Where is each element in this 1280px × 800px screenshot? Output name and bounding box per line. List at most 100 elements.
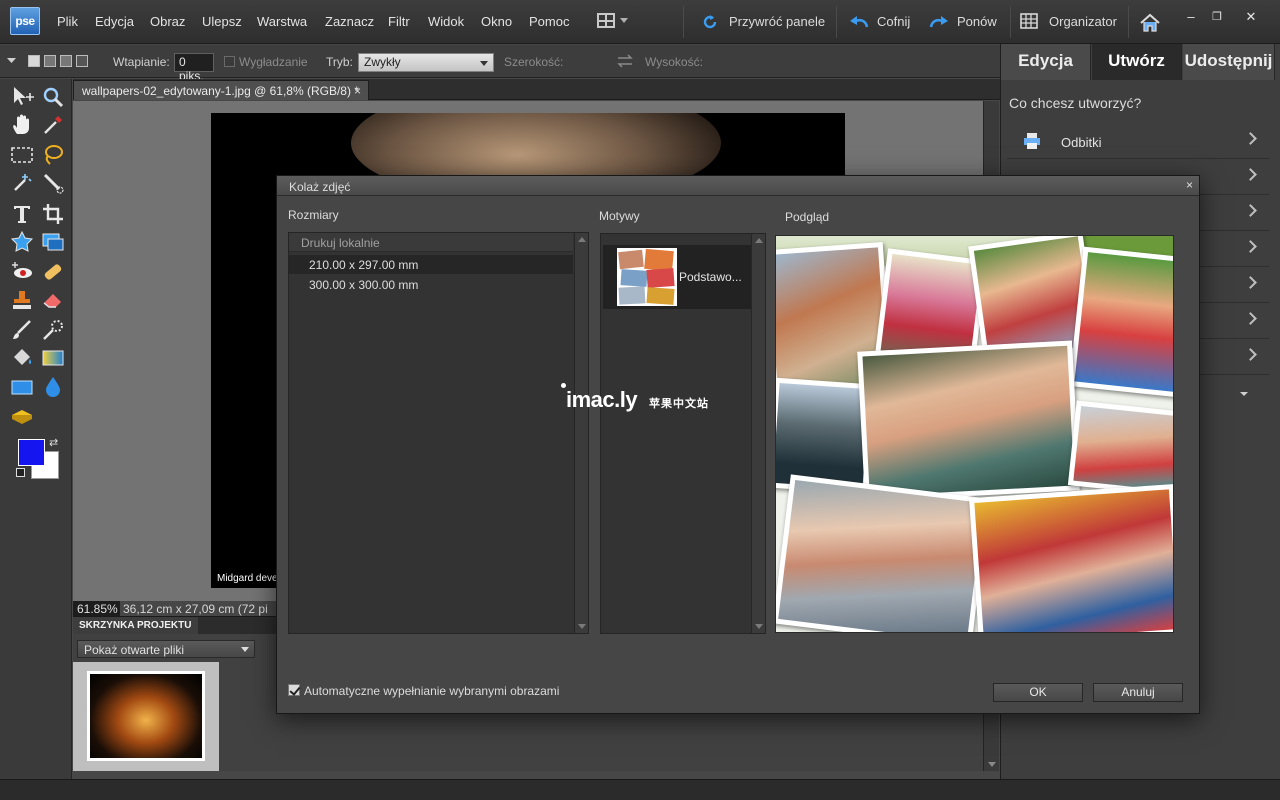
themes-list[interactable]: Podstawo...: [600, 233, 766, 634]
feather-input[interactable]: 0 piks.: [174, 53, 214, 83]
brush-tool-icon[interactable]: [9, 317, 35, 343]
eyedropper-tool-icon[interactable]: [40, 112, 66, 138]
chevron-right-icon: [1244, 240, 1257, 253]
size-option[interactable]: 300.00 x 300.00 mm: [289, 275, 573, 294]
cookie-cutter-tool-icon[interactable]: [9, 229, 35, 255]
menu-view[interactable]: Widok: [428, 14, 464, 29]
window-minimize-button[interactable]: –: [1180, 8, 1202, 28]
auto-fill-checkbox[interactable]: [288, 684, 300, 696]
organizer-button[interactable]: Organizator: [1020, 12, 1122, 32]
panel-question: Co chcesz utworzyć?: [1009, 95, 1142, 111]
window-restore-button[interactable]: ❐: [1206, 8, 1228, 28]
chevron-right-icon: [1244, 312, 1257, 325]
selection-intersect-icon[interactable]: [76, 55, 88, 67]
clone-stamp-tool-icon[interactable]: [9, 287, 35, 313]
crop-tool-icon[interactable]: [40, 201, 66, 227]
menu-enhance[interactable]: Ulepsz: [202, 14, 242, 29]
undo-button[interactable]: Cofnij: [848, 12, 918, 32]
document-tab-bar: wallpapers-02_edytowany-1.jpg @ 61,8% (R…: [73, 79, 1000, 100]
tab-create[interactable]: Utwórz: [1092, 44, 1182, 80]
home-button[interactable]: [1139, 12, 1161, 32]
eraser-tool-icon[interactable]: [40, 287, 66, 313]
shape-tool-icon[interactable]: [9, 374, 35, 400]
red-eye-tool-icon[interactable]: [9, 259, 35, 285]
project-bin-thumbnail[interactable]: [87, 671, 205, 761]
hand-tool-icon[interactable]: [9, 112, 35, 138]
quick-selection-tool-icon[interactable]: [40, 170, 66, 196]
selection-new-icon[interactable]: [28, 55, 40, 67]
menu-filter[interactable]: Filtr: [388, 14, 410, 29]
menu-help[interactable]: Pomoc: [529, 14, 569, 29]
gradient-tool-icon[interactable]: [40, 345, 66, 371]
recompose-tool-icon[interactable]: [40, 229, 66, 255]
collage-photo: [1067, 400, 1173, 497]
lasso-tool-icon[interactable]: [40, 142, 66, 168]
more-options-chevron-icon[interactable]: [1240, 392, 1248, 396]
sizes-list-scrollbar[interactable]: [574, 233, 588, 633]
scroll-down-arrow-icon[interactable]: [578, 624, 586, 629]
dialog-titlebar[interactable]: Kolaż zdjęć ×: [277, 176, 1199, 196]
home-icon: [1140, 13, 1160, 32]
cancel-button[interactable]: Anuluj: [1093, 683, 1183, 702]
collage-photo: [857, 340, 1080, 502]
paint-bucket-tool-icon[interactable]: [9, 345, 35, 371]
chevron-down-icon: [620, 18, 628, 23]
menu-select[interactable]: Zaznacz: [325, 14, 374, 29]
ok-button[interactable]: OK: [993, 683, 1083, 702]
mode-select[interactable]: Zwykły: [358, 53, 494, 72]
healing-brush-tool-icon[interactable]: [40, 259, 66, 285]
smart-brush-tool-icon[interactable]: [40, 317, 66, 343]
menu-layer[interactable]: Warstwa: [257, 14, 307, 29]
size-option-selected[interactable]: 210.00 x 297.00 mm: [289, 255, 573, 274]
project-bin-item[interactable]: [73, 662, 219, 771]
scroll-up-arrow-icon[interactable]: [578, 237, 586, 242]
menu-separator: [836, 6, 837, 38]
organizer-label: Organizator: [1049, 14, 1117, 29]
project-bin-show-select[interactable]: Pokaż otwarte pliki: [77, 640, 255, 658]
move-tool-icon[interactable]: [9, 84, 35, 110]
tab-edit[interactable]: Edycja: [1001, 44, 1091, 80]
zoom-tool-icon[interactable]: [40, 84, 66, 110]
redo-button[interactable]: Ponów: [928, 12, 1003, 32]
sponge-tool-icon[interactable]: [9, 403, 35, 429]
magic-wand-tool-icon[interactable]: [9, 170, 35, 196]
layout-button[interactable]: [597, 12, 631, 32]
menu-window[interactable]: Okno: [481, 14, 512, 29]
printer-icon: [1024, 133, 1040, 149]
menu-edit[interactable]: Edycja: [95, 14, 134, 29]
scroll-down-arrow-icon[interactable]: [988, 762, 996, 767]
selection-add-icon[interactable]: [44, 55, 56, 67]
tool-preset-caret-icon[interactable]: [7, 58, 17, 64]
blur-tool-icon[interactable]: [40, 374, 66, 400]
reset-panels-button[interactable]: Przywróć panele: [700, 12, 830, 32]
dialog-title: Kolaż zdjęć: [289, 180, 351, 194]
document-tab[interactable]: wallpapers-02_edytowany-1.jpg @ 61,8% (R…: [73, 80, 369, 100]
themes-list-scrollbar[interactable]: [751, 234, 765, 633]
menu-file[interactable]: Plik: [57, 14, 78, 29]
default-colors-icon[interactable]: [16, 468, 25, 477]
theme-item-basic[interactable]: Podstawo...: [603, 245, 751, 309]
close-icon[interactable]: ×: [1186, 178, 1193, 192]
window-close-button[interactable]: ✕: [1240, 8, 1262, 28]
swap-dimensions-icon[interactable]: [616, 54, 634, 68]
type-tool-icon[interactable]: [9, 201, 35, 227]
chevron-right-icon: [1244, 348, 1257, 361]
sizes-list[interactable]: Drukuj lokalnie 210.00 x 297.00 mm 300.0…: [288, 232, 589, 634]
toolbox: ⇄: [0, 79, 72, 779]
foreground-color-swatch[interactable]: [18, 439, 45, 466]
watermark-subtitle: 苹果中文站: [649, 398, 709, 410]
swap-colors-icon[interactable]: ⇄: [49, 436, 58, 449]
smooth-checkbox[interactable]: [224, 56, 235, 67]
zoom-level[interactable]: 61.85%: [73, 601, 120, 616]
project-bin-tab[interactable]: SKRZYNKA PROJEKTU: [73, 617, 198, 635]
create-item-prints[interactable]: Odbitki: [1007, 125, 1269, 159]
marquee-tool-icon[interactable]: [9, 142, 35, 168]
tab-share[interactable]: Udostępnij: [1183, 44, 1275, 80]
close-icon[interactable]: ×: [354, 84, 361, 98]
menu-image[interactable]: Obraz: [150, 14, 185, 29]
scroll-down-arrow-icon[interactable]: [755, 624, 763, 629]
menu-separator: [683, 6, 684, 38]
reset-icon: [703, 15, 717, 29]
selection-subtract-icon[interactable]: [60, 55, 72, 67]
scroll-up-arrow-icon[interactable]: [755, 238, 763, 243]
